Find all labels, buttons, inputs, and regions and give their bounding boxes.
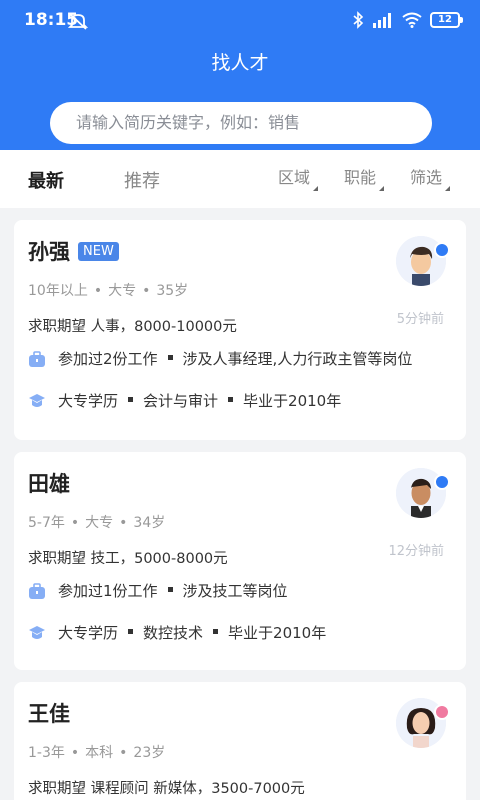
job-expectation: 求职期望 人事，8000-10000元	[28, 319, 237, 335]
name-row: 田雄	[28, 468, 70, 498]
status-icons: 12	[352, 11, 463, 29]
bluetooth-icon	[353, 11, 364, 29]
page-title: 找人才	[211, 52, 269, 74]
tab-recommend[interactable]: 推荐	[124, 167, 160, 193]
wifi-icon	[402, 12, 422, 28]
education: 大专学历 会计与审计 毕业于2010年	[28, 390, 341, 411]
work-experience: 参加过1份工作 涉及技工等岗位	[28, 580, 288, 601]
male-gender-icon	[434, 242, 450, 258]
search-input[interactable]: 请输入简历关键字，例如：销售	[50, 102, 432, 144]
mute-icon	[68, 13, 88, 30]
candidate-name: 田雄	[28, 472, 70, 496]
work-experience: 参加过2份工作 涉及人事经理,人力行政主管等岗位	[28, 348, 412, 369]
male-gender-icon	[434, 474, 450, 490]
resume-card[interactable]: 王佳 1-3年 • 本科 • 23岁 求职期望 课程顾问 新媒体，3500-7000元	[14, 682, 466, 800]
candidate-meta: 5-7年 • 大专 • 34岁	[28, 515, 166, 531]
graduation-cap-icon	[29, 393, 45, 407]
filter-more[interactable]: 筛选	[410, 164, 451, 191]
signal-icon	[373, 13, 391, 28]
caret-icon	[379, 181, 385, 191]
status-bar: 18:15 12	[0, 0, 480, 44]
education: 大专学历 数控技术 毕业于2010年	[28, 622, 326, 643]
filter-function[interactable]: 职能	[344, 164, 385, 191]
header: 18:15 12 找人才 请输入简历关键字，例如：销售	[0, 0, 480, 150]
resume-card[interactable]: 孙强 NEW 10年以上 • 大专 • 35岁 求职期望 人事，8000-10000元 …	[14, 220, 466, 440]
candidate-meta: 10年以上 • 大专 • 35岁	[28, 283, 189, 299]
candidate-name: 孙强	[28, 240, 70, 264]
tab-bar: 最新 推荐 区域 职能 筛选	[0, 150, 480, 208]
female-gender-icon	[434, 704, 450, 720]
job-expectation: 求职期望 技工，5000-8000元	[28, 551, 228, 567]
tab-latest[interactable]: 最新	[28, 167, 64, 193]
filter-region[interactable]: 区域	[278, 164, 319, 191]
caret-icon	[445, 181, 451, 191]
posted-time: 12分钟前	[388, 544, 444, 559]
candidate-meta: 1-3年 • 本科 • 23岁	[28, 745, 166, 761]
job-expectation: 求职期望 课程顾问 新媒体，3500-7000元	[28, 781, 305, 797]
resume-card[interactable]: 田雄 5-7年 • 大专 • 34岁 求职期望 技工，5000-8000元 12分钟前 …	[14, 452, 466, 670]
posted-time: 5分钟前	[396, 312, 444, 327]
graduation-cap-icon	[29, 625, 45, 639]
caret-icon	[313, 181, 319, 191]
new-badge: NEW	[78, 241, 119, 261]
name-row: 孙强 NEW	[28, 236, 119, 266]
name-row: 王佳	[28, 698, 70, 728]
battery-icon: 12	[430, 12, 463, 28]
briefcase-icon	[29, 350, 45, 367]
candidate-name: 王佳	[28, 702, 70, 726]
briefcase-icon	[29, 582, 45, 599]
